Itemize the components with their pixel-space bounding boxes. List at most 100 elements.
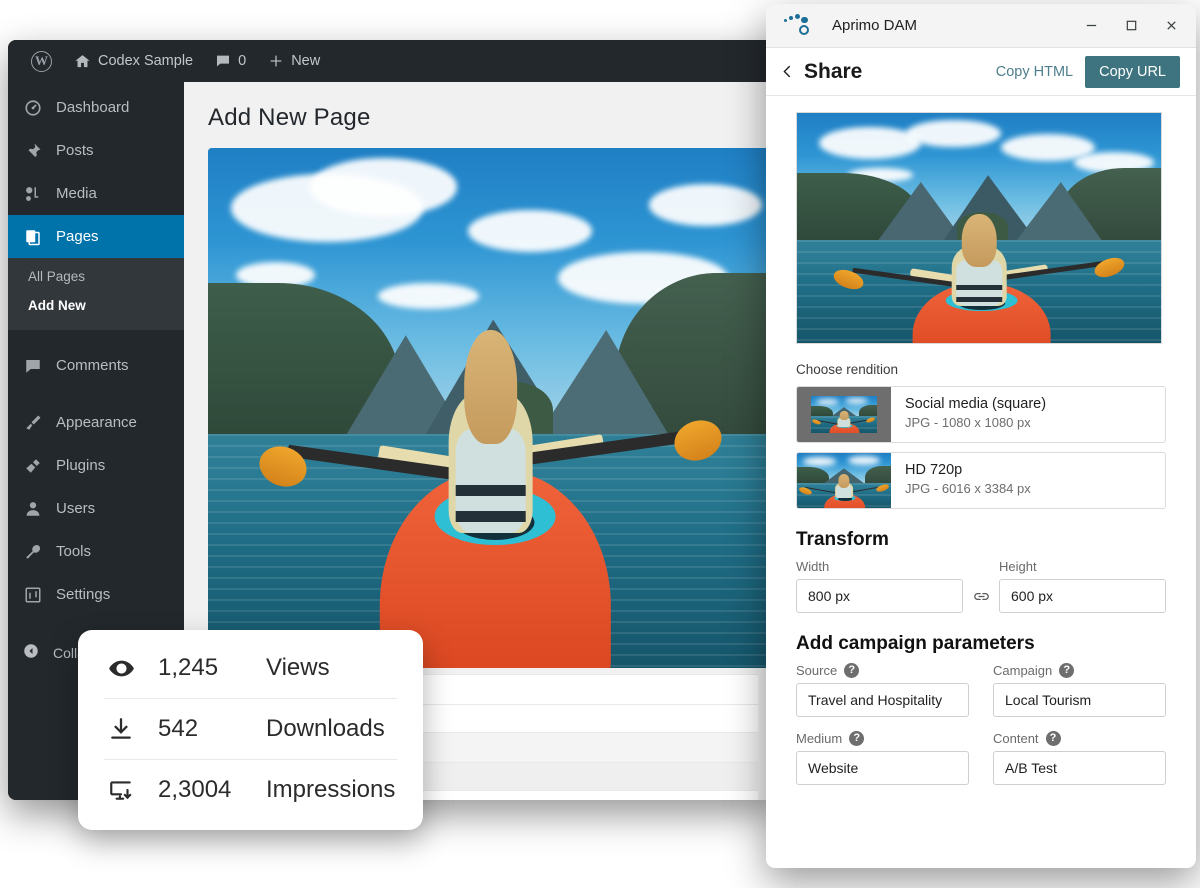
width-input[interactable]: 800 px: [796, 579, 963, 613]
window-controls: [1072, 9, 1190, 43]
source-label: Source ?: [796, 663, 969, 678]
sidebar-item-label: Posts: [56, 142, 94, 159]
minimize-icon[interactable]: [1072, 9, 1110, 43]
aprimo-logo-icon: [784, 13, 814, 38]
chevron-left-icon[interactable]: [780, 64, 802, 79]
new-content-menu[interactable]: New: [257, 40, 331, 82]
help-circle-icon[interactable]: ?: [1059, 663, 1075, 678]
sidebar-item-label: Appearance: [56, 414, 137, 431]
site-name-label: Codex Sample: [98, 53, 194, 69]
rendition-details: JPG - 6016 x 3384 px: [905, 481, 1031, 497]
sidebar-item-label: Settings: [56, 586, 111, 603]
sidebar-item-media[interactable]: Media: [8, 172, 184, 215]
user-icon: [22, 498, 43, 519]
content-input[interactable]: A/B Test: [993, 751, 1166, 785]
aprimo-dam-window: Aprimo DAM Share Copy HTML Copy URL Choo…: [766, 4, 1196, 868]
transform-fields: Width 800 px Height 600 px: [796, 559, 1166, 613]
share-panel-body: Choose rendition Social media (square) J…: [766, 96, 1196, 868]
chain-link-icon[interactable]: [963, 579, 999, 613]
monitor-download-icon: [106, 777, 136, 803]
sidebar-item-label: Media: [56, 185, 97, 202]
rendition-option-social-media[interactable]: Social media (square) JPG - 1080 x 1080 …: [796, 386, 1166, 443]
stat-value: 1,245: [158, 654, 219, 681]
screenshot-root: W Codex Sample 0 New Dashboard Posts Med…: [0, 0, 1200, 888]
rendition-name: Social media (square): [905, 396, 1047, 412]
sidebar-item-label: Comments: [56, 357, 129, 374]
rendition-thumbnail: [797, 387, 891, 442]
pages-icon: [22, 226, 43, 247]
sidebar-item-tools[interactable]: Tools: [8, 530, 184, 573]
width-label: Width: [796, 559, 830, 574]
comment-icon: [22, 355, 43, 376]
sidebar-item-label: Plugins: [56, 457, 106, 474]
kayak-illustration: [208, 148, 773, 668]
sidebar-item-appearance[interactable]: Appearance: [8, 401, 184, 444]
wordpress-logo-icon: W: [31, 50, 52, 72]
dam-titlebar: Aprimo DAM: [766, 4, 1196, 48]
content-label: Content ?: [993, 731, 1166, 746]
wrench-icon: [22, 541, 43, 562]
sidebar-subitem-all-pages[interactable]: All Pages: [8, 262, 184, 291]
sidebar-item-plugins[interactable]: Plugins: [8, 444, 184, 487]
help-circle-icon[interactable]: ?: [1045, 731, 1061, 746]
help-circle-icon[interactable]: ?: [849, 731, 865, 746]
kayak-illustration-preview: [797, 113, 1161, 343]
dashboard-icon: [22, 97, 43, 118]
comments-count: 0: [238, 53, 247, 69]
sidebar-item-label: Pages: [56, 228, 99, 245]
sidebar-item-dashboard[interactable]: Dashboard: [8, 86, 184, 129]
stat-label: Downloads: [266, 715, 385, 742]
source-input[interactable]: Travel and Hospitality: [796, 683, 969, 717]
content-label-text: Content: [993, 731, 1039, 746]
height-input[interactable]: 600 px: [999, 579, 1166, 613]
sidebar-item-label: Tools: [56, 543, 92, 560]
sidebar-subitem-add-new[interactable]: Add New: [8, 291, 184, 320]
rendition-thumbnail: [797, 453, 891, 508]
comments-menu[interactable]: 0: [204, 40, 257, 82]
source-label-text: Source: [796, 663, 838, 678]
close-icon[interactable]: [1152, 9, 1190, 43]
paintbrush-icon: [22, 412, 43, 433]
rendition-meta: HD 720p JPG - 6016 x 3384 px: [891, 453, 1031, 508]
sidebar-item-label: Users: [56, 500, 96, 517]
campaign-label: Campaign ?: [993, 663, 1166, 678]
sidebar-item-posts[interactable]: Posts: [8, 129, 184, 172]
sidebar-item-users[interactable]: Users: [8, 487, 184, 530]
campaign-heading: Add campaign parameters: [796, 633, 1035, 654]
stat-label: Views: [266, 654, 330, 681]
comment-bubble-icon: [215, 53, 231, 69]
medium-input[interactable]: Website: [796, 751, 969, 785]
sidebar-item-settings[interactable]: Settings: [8, 573, 184, 616]
sidebar-subitem-label: All Pages: [28, 269, 86, 284]
home-icon: [74, 53, 91, 70]
medium-label: Medium ?: [796, 731, 969, 746]
campaign-input[interactable]: Local Tourism: [993, 683, 1166, 717]
plus-icon: [268, 53, 284, 69]
stat-label: Impressions: [266, 776, 396, 803]
stat-value: 542: [158, 715, 199, 742]
wordpress-logo-menu[interactable]: W: [20, 40, 63, 82]
maximize-icon[interactable]: [1112, 9, 1150, 43]
campaign-field-group: Campaign ? Local Tourism: [993, 663, 1166, 717]
choose-rendition-label: Choose rendition: [796, 362, 899, 377]
media-icon: [22, 183, 43, 204]
sidebar-item-comments[interactable]: Comments: [8, 344, 184, 387]
share-panel-title: Share: [804, 59, 863, 83]
hero-image[interactable]: [208, 148, 773, 668]
stat-value: 2,3004: [158, 776, 232, 803]
asset-stats-card: 1,245 Views 542 Downloads 2,3004 Impress…: [78, 630, 423, 830]
download-icon: [106, 716, 136, 742]
collapse-arrow-icon: [22, 642, 40, 663]
asset-preview-image[interactable]: [796, 112, 1162, 344]
rendition-option-hd-720p[interactable]: HD 720p JPG - 6016 x 3384 px: [796, 452, 1166, 509]
sidebar-item-label: Dashboard: [56, 99, 130, 116]
copy-url-button[interactable]: Copy URL: [1085, 55, 1180, 88]
sidebar-subitem-label: Add New: [28, 298, 86, 313]
pin-icon: [22, 140, 43, 161]
help-circle-icon[interactable]: ?: [844, 663, 860, 678]
dam-window-title: Aprimo DAM: [832, 17, 918, 34]
copy-html-button[interactable]: Copy HTML: [984, 64, 1085, 80]
width-field-group: Width 800 px: [796, 559, 963, 613]
sidebar-item-pages[interactable]: Pages: [8, 215, 184, 258]
site-name-menu[interactable]: Codex Sample: [63, 40, 204, 82]
